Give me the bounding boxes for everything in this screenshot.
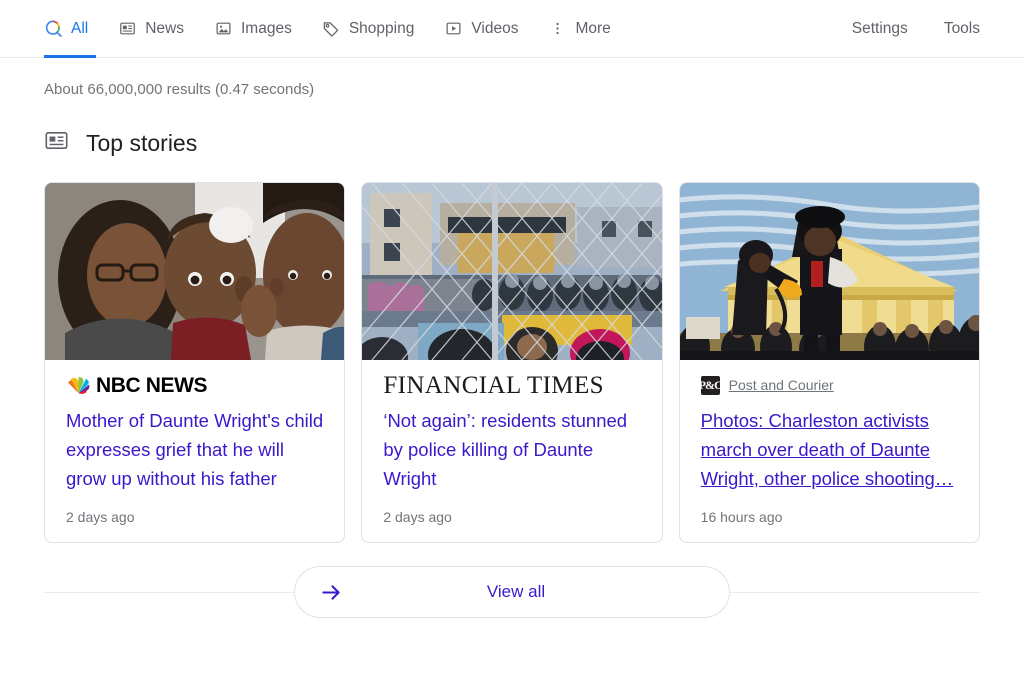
active-tab-underline [44, 55, 96, 58]
story-card-post-and-courier[interactable]: P&C Post and Courier Photos: Charleston … [678, 182, 980, 543]
tab-images-label: Images [241, 19, 292, 37]
story-card-nbc-news[interactable]: NBC NEWS Mother of Daunte Wright's child… [44, 182, 346, 543]
tools-link[interactable]: Tools [944, 20, 980, 38]
nbc-news-logo: NBC NEWS [66, 373, 208, 397]
view-all-label: View all [486, 582, 546, 601]
story-source-row: FINANCIAL TIMES [383, 371, 640, 399]
nav-right-links: Settings Tools [816, 20, 1024, 38]
view-all-button[interactable]: View all [294, 566, 730, 618]
result-stats: About 66,000,000 results (0.47 seconds) [44, 81, 315, 98]
post-and-courier-favicon: P&C [699, 375, 723, 395]
tab-videos-label: Videos [471, 19, 519, 37]
story-thumbnail-image [45, 183, 345, 360]
story-source-name[interactable]: Post and Courier [729, 377, 834, 393]
price-tag-icon [322, 19, 341, 38]
tab-news-label: News [145, 19, 184, 37]
story-source-row: P&C Post and Courier [699, 374, 958, 396]
tab-more[interactable]: More [548, 0, 611, 57]
tab-news[interactable]: News [118, 0, 184, 57]
image-icon [214, 19, 233, 38]
story-card-body: FINANCIAL TIMES ‘Not again’: residents s… [362, 360, 661, 542]
story-card-financial-times[interactable]: FINANCIAL TIMES ‘Not again’: residents s… [361, 182, 663, 543]
tab-shopping[interactable]: Shopping [322, 0, 415, 57]
settings-link[interactable]: Settings [852, 20, 908, 38]
story-timestamp: 2 days ago [66, 509, 135, 525]
top-stories-header: Top stories [0, 98, 1024, 158]
story-source-row: NBC NEWS [66, 374, 323, 396]
story-card-body: P&C Post and Courier Photos: Charleston … [680, 360, 979, 542]
newspaper-icon [118, 19, 137, 38]
story-headline[interactable]: ‘Not again’: residents stunned by police… [383, 406, 640, 493]
tab-shopping-label: Shopping [348, 19, 415, 37]
video-play-icon [444, 19, 463, 38]
story-thumbnail-image [679, 183, 979, 360]
story-timestamp: 2 days ago [383, 509, 452, 525]
story-card-body: NBC NEWS Mother of Daunte Wright's child… [45, 360, 344, 542]
vertical-dots-icon [548, 19, 567, 38]
tab-videos[interactable]: Videos [444, 0, 518, 57]
top-stories-card-list: NBC NEWS Mother of Daunte Wright's child… [0, 158, 1024, 543]
story-headline[interactable]: Photos: Charleston activists march over … [701, 406, 958, 493]
tab-all-label: All [71, 19, 89, 37]
tab-more-label: More [575, 19, 611, 37]
google-search-icon [44, 19, 63, 38]
story-timestamp: 16 hours ago [700, 509, 783, 525]
top-stories-title: Top stories [86, 129, 198, 156]
view-all-section: View all [44, 566, 980, 618]
newspaper-icon [44, 128, 69, 158]
story-headline[interactable]: Mother of Daunte Wright's child expresse… [66, 406, 323, 493]
story-thumbnail-image [362, 183, 662, 360]
tab-all[interactable]: All [44, 0, 88, 57]
search-tab-bar: All News Images Shopping Videos More Set… [0, 0, 1024, 58]
nbc-news-wordmark: NBC NEWS [96, 373, 208, 397]
tab-images[interactable]: Images [214, 0, 292, 57]
financial-times-logo: FINANCIAL TIMES [383, 371, 604, 399]
